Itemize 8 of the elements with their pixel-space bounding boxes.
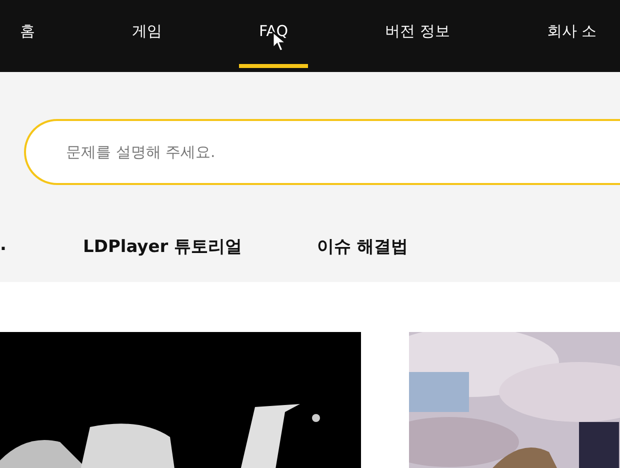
search-field[interactable]: 문제를 설명해 주세요. bbox=[24, 119, 620, 185]
category-link[interactable]: . bbox=[0, 235, 83, 258]
nav-tab[interactable]: 버전 정보 bbox=[365, 0, 470, 68]
nav-tab[interactable]: 홈 bbox=[0, 0, 55, 68]
category-link[interactable]: 이슈 해결법 bbox=[317, 235, 408, 258]
nav-tab[interactable]: 게임 bbox=[112, 0, 182, 68]
nav-tab[interactable]: 회사 소 bbox=[526, 0, 617, 68]
category-link[interactable]: LDPlayer 튜토리얼 bbox=[83, 235, 317, 258]
